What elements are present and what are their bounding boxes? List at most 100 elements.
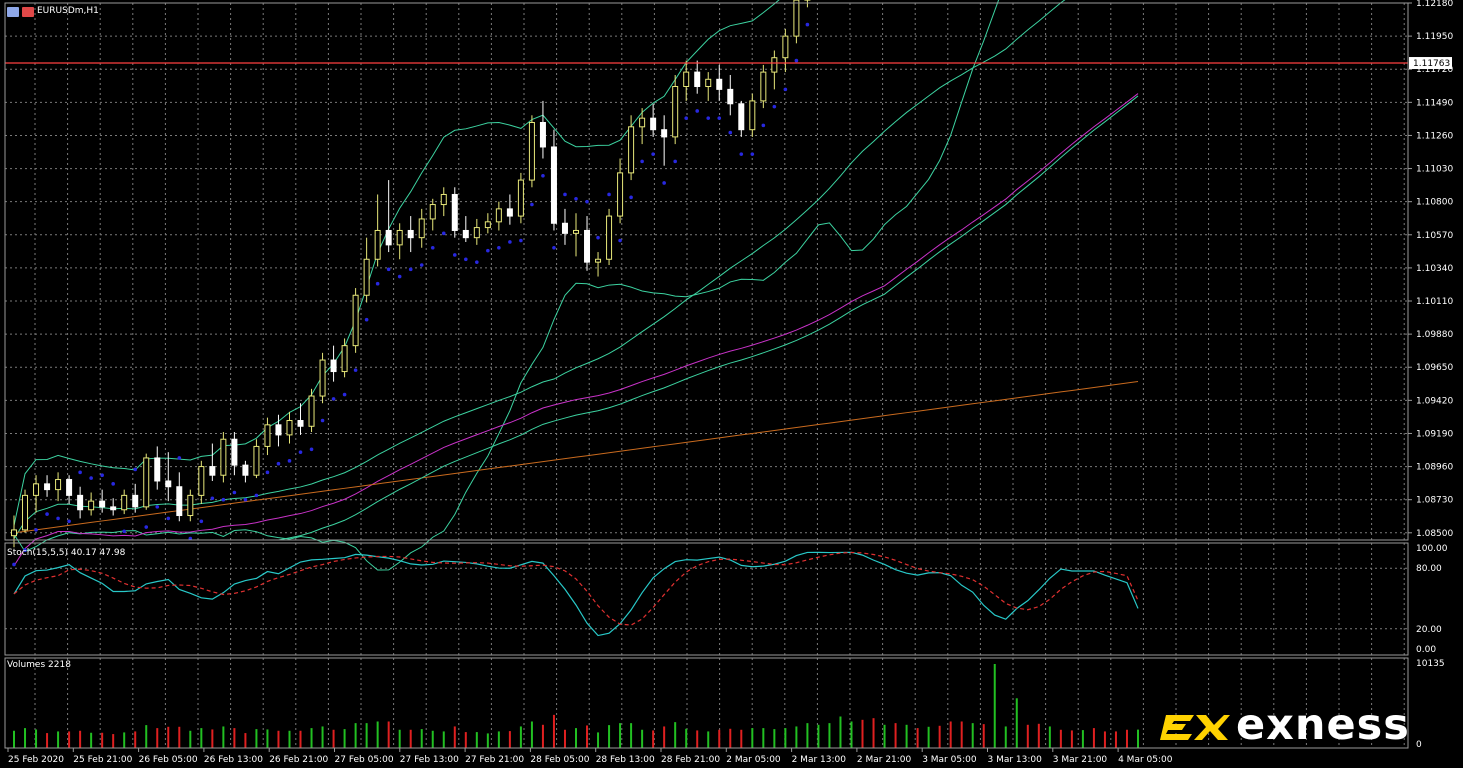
sar-dot — [662, 181, 666, 185]
sar-dot — [232, 490, 237, 495]
candle-body — [33, 483, 40, 496]
price-label: 1.11260 — [1416, 131, 1453, 141]
candle-body — [506, 208, 513, 217]
time-label: 28 Feb 13:00 — [596, 755, 655, 765]
sar-dot — [353, 368, 358, 372]
candle-body — [231, 438, 238, 466]
time-label: 25 Feb 21:00 — [73, 755, 132, 765]
sar-dot — [629, 195, 633, 200]
time-label: 28 Feb 21:00 — [661, 755, 720, 765]
candle-body — [517, 179, 524, 217]
ma-teal — [13, 0, 1066, 539]
candle-body — [66, 479, 73, 496]
candle-body — [727, 88, 734, 105]
price-label: 1.11490 — [1416, 98, 1453, 108]
sar-dot — [497, 245, 501, 250]
candle-body — [716, 78, 723, 90]
candle-body — [374, 229, 381, 260]
sar-dot — [574, 196, 578, 201]
candle-body — [584, 229, 591, 263]
sar-dot — [772, 104, 777, 109]
sar-dot — [265, 470, 270, 475]
candle-body — [385, 229, 392, 246]
sar-dot — [386, 267, 391, 272]
sar-dot — [67, 519, 71, 524]
candle-body — [407, 229, 414, 239]
time-label: 3 Mar 05:00 — [922, 755, 977, 765]
price-label: 1.09190 — [1416, 429, 1453, 439]
price-label: 1.11030 — [1416, 165, 1453, 175]
stoch-scale-label: 20.00 — [1416, 625, 1442, 635]
candle-body — [462, 229, 469, 239]
stoch-scale-label: 0.00 — [1416, 645, 1436, 655]
ma-magenta — [13, 93, 1139, 567]
candle-body — [418, 218, 425, 239]
candle-body — [363, 258, 370, 296]
sar-dot — [221, 497, 226, 502]
sar-dot — [430, 245, 435, 250]
candle-body — [473, 227, 480, 239]
sar-dot — [695, 109, 700, 113]
sar-dot — [761, 123, 766, 128]
flag-icon — [22, 7, 34, 17]
candle-body — [253, 445, 260, 476]
time-label: 27 Feb 13:00 — [400, 755, 459, 765]
panel-frame — [4, 542, 1409, 656]
candle-body — [639, 117, 646, 128]
candle-body — [165, 480, 172, 488]
candle-body — [44, 483, 51, 491]
candle-body — [308, 395, 315, 427]
candle-body — [705, 78, 712, 88]
time-label: 2 Mar 05:00 — [726, 755, 781, 765]
ma-orange — [13, 381, 1139, 534]
candle-body — [121, 494, 128, 511]
price-label: 1.11950 — [1416, 32, 1453, 42]
sar-dot — [155, 505, 160, 509]
stoch-scale-label: 100.00 — [1416, 544, 1448, 554]
sar-dot — [375, 281, 380, 286]
volume-scale-label: 0 — [1416, 740, 1422, 750]
candle-body — [242, 464, 249, 476]
price-label: 1.10570 — [1416, 231, 1453, 241]
price-label: 1.10340 — [1416, 264, 1453, 274]
price-label: 1.08500 — [1416, 529, 1453, 539]
sar-dot — [210, 496, 215, 501]
sar-dot — [199, 519, 204, 524]
symbol-title: EURUSDm,H1 — [37, 6, 99, 16]
price-label: 1.08730 — [1416, 496, 1453, 506]
sar-dot — [728, 130, 733, 135]
candle-body — [561, 222, 568, 234]
candle-body — [550, 146, 557, 224]
candle-body — [694, 71, 701, 88]
candle-body — [275, 424, 282, 436]
candle-body — [595, 258, 602, 263]
time-label: 26 Feb 13:00 — [204, 755, 263, 765]
sar-dot — [750, 152, 755, 156]
time-label: 27 Feb 05:00 — [335, 755, 394, 765]
sar-dot — [276, 461, 281, 466]
chart-window-icon[interactable] — [7, 7, 19, 17]
candle-body — [55, 479, 62, 491]
chart-canvas[interactable]: 1.121801.119501.117201.114901.112601.110… — [0, 0, 1463, 768]
candle-body — [88, 500, 95, 511]
candle-body — [617, 172, 624, 217]
sar-dot — [89, 476, 93, 480]
candle-body — [297, 420, 304, 427]
current-price-label: 1.11763 — [1413, 59, 1450, 69]
candle-body — [683, 71, 690, 88]
sar-dot — [298, 450, 303, 454]
sar-dot — [684, 116, 688, 120]
volume-bars — [13, 664, 1139, 748]
stoch-label: Stoch(15,5,5) 40.17 47.98 — [7, 548, 126, 558]
candle-body — [650, 117, 657, 131]
time-label: 4 Mar 05:00 — [1118, 755, 1173, 765]
stoch-main-line — [13, 551, 1139, 637]
candle-body — [396, 229, 403, 246]
volumes-label: Volumes 2218 — [7, 660, 71, 670]
candle-body — [495, 208, 502, 223]
brand-watermark: exness — [1160, 700, 1410, 750]
sar-dot — [364, 317, 369, 322]
sar-dot — [530, 202, 534, 207]
candle-body — [738, 103, 745, 131]
candle-body — [110, 506, 117, 511]
